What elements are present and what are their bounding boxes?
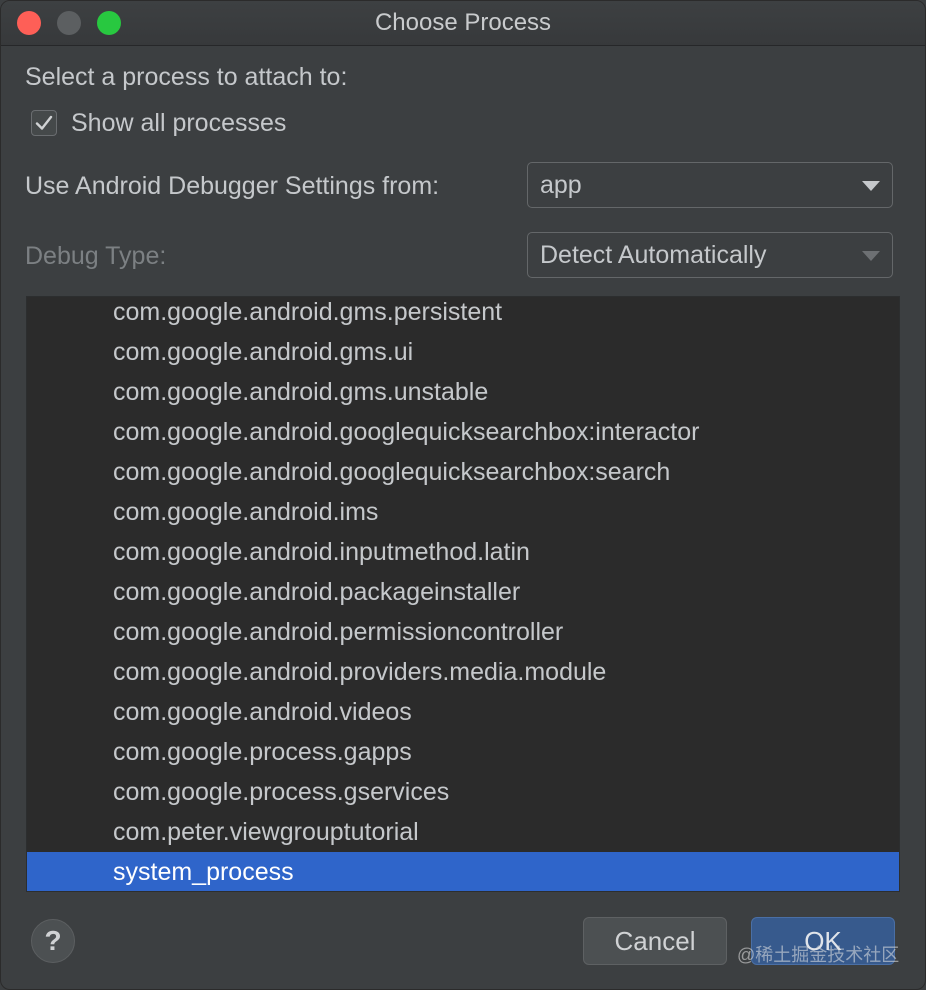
help-button[interactable]: ? bbox=[31, 919, 75, 963]
process-list-item[interactable]: com.google.android.inputmethod.latin bbox=[27, 532, 899, 572]
process-list[interactable]: com.google.android.gms.persistent com.goo… bbox=[26, 296, 900, 892]
checkmark-icon bbox=[35, 115, 53, 130]
process-list-item[interactable]: com.google.android.videos bbox=[27, 692, 899, 732]
chevron-down-icon bbox=[862, 181, 880, 191]
debug-type-dropdown: Detect Automatically bbox=[527, 232, 893, 278]
choose-process-dialog: Choose Process Select a process to attac… bbox=[0, 0, 926, 990]
debug-type-value: Detect Automatically bbox=[540, 241, 767, 269]
debugger-settings-label: Use Android Debugger Settings from: bbox=[25, 172, 440, 200]
process-list-item[interactable]: system_process bbox=[27, 852, 899, 891]
process-list-item[interactable]: com.google.android.googlequicksearchbox:… bbox=[27, 452, 899, 492]
debug-type-label: Debug Type: bbox=[25, 242, 167, 270]
chevron-down-icon bbox=[862, 251, 880, 261]
cancel-button[interactable]: Cancel bbox=[583, 917, 727, 965]
process-list-item[interactable]: com.google.android.gms.ui bbox=[27, 332, 899, 372]
window-title: Choose Process bbox=[374, 9, 552, 36]
process-list-item[interactable]: com.peter.viewgrouptutorial bbox=[27, 812, 899, 852]
select-process-prompt: Select a process to attach to: bbox=[25, 63, 348, 91]
show-all-processes-checkbox[interactable] bbox=[31, 110, 57, 136]
process-list-item[interactable]: com.google.android.gms.persistent bbox=[27, 297, 899, 332]
process-list-item[interactable]: com.google.android.permissioncontroller bbox=[27, 612, 899, 652]
process-list-item[interactable]: com.google.android.gms.unstable bbox=[27, 372, 899, 412]
process-list-item[interactable]: com.google.android.ims bbox=[27, 492, 899, 532]
watermark: @稀土掘金技术社区 bbox=[737, 945, 900, 965]
debugger-settings-value: app bbox=[540, 171, 582, 199]
process-list-item[interactable]: com.google.process.gapps bbox=[27, 732, 899, 772]
title-bar[interactable]: Choose Process bbox=[1, 1, 925, 46]
process-list-item[interactable]: com.google.android.providers.media.modul… bbox=[27, 652, 899, 692]
show-all-processes-label[interactable]: Show all processes bbox=[71, 109, 286, 138]
process-list-item[interactable]: com.google.process.gservices bbox=[27, 772, 899, 812]
process-list-item[interactable]: com.google.android.packageinstaller bbox=[27, 572, 899, 612]
debugger-settings-dropdown[interactable]: app bbox=[527, 162, 893, 208]
process-list-item[interactable]: com.google.android.googlequicksearchbox:… bbox=[27, 412, 899, 452]
